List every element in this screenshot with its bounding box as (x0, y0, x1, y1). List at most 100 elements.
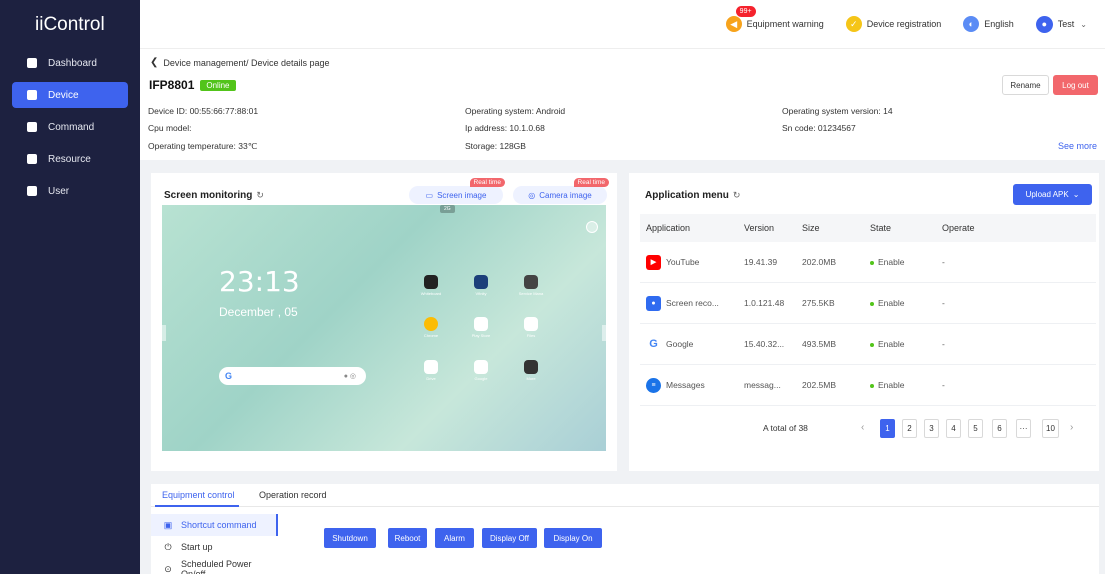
clock-icon: ⊙ (164, 563, 172, 574)
application-table: Application Version Size State Operate ▶… (640, 214, 1096, 406)
menu-item-shortcut-command[interactable]: ▣ Shortcut command (151, 514, 278, 536)
language-selector[interactable]: ◐ English (963, 16, 1014, 32)
device-id-info: Device ID: 00:55:66:77:88:01 (148, 106, 259, 116)
column-header: State (870, 223, 892, 233)
device-registration-button[interactable]: ✓ Device registration (845, 16, 942, 32)
equipment-control-panel: Equipment control Operation record ▣ Sho… (151, 484, 1099, 574)
back-arrow-icon[interactable]: ❮ (150, 57, 158, 68)
device-registration-label: Device registration (866, 19, 942, 29)
right-handle (602, 325, 606, 341)
page-button-1[interactable]: 1 (880, 419, 895, 438)
app-label: More (526, 376, 536, 381)
tab-operation-record[interactable]: Operation record (259, 490, 327, 500)
page-button-10[interactable]: 10 (1042, 419, 1059, 438)
page-ellipsis[interactable]: ··· (1016, 419, 1031, 438)
cpu-model-info: Cpu model: (148, 123, 192, 133)
user-label: Test (1057, 19, 1075, 29)
column-header: Version (744, 223, 775, 233)
user-menu[interactable]: ● Test ⌄ (1035, 15, 1087, 33)
sidebar-item-device[interactable]: Device (12, 82, 128, 108)
check-icon: ✓ (845, 16, 862, 32)
panel-title-text: Screen monitoring (164, 190, 253, 201)
sidebar-item-command[interactable]: Command (12, 114, 128, 140)
equipment-warning-button[interactable]: ◀ 99+ Equipment warning (725, 6, 824, 32)
app-version: 1.0.121.48 (744, 298, 785, 308)
warning-count-badge: 99+ (735, 6, 756, 17)
logout-button[interactable]: Log out (1053, 75, 1098, 95)
screen-image-button[interactable]: ▭ Screen image Real time (409, 178, 505, 204)
screen-preview: 2G 23:13 December , 05 G ● ◎ Whiteboard … (162, 205, 606, 451)
storage-info: Storage: 128GB (465, 141, 526, 151)
app-state-cell: Enable (870, 339, 942, 349)
rename-button[interactable]: Rename (1002, 75, 1049, 95)
device-header: ❮ Device management / Device details pag… (140, 48, 1105, 160)
app-name-cell: ▶ YouTube (640, 254, 744, 270)
chevron-down-icon: ⌄ (1072, 190, 1080, 199)
upload-apk-label: Upload APK (1025, 190, 1069, 199)
app-size: 202.5MB (802, 380, 837, 390)
see-more-link[interactable]: See more (1058, 141, 1097, 151)
page-button-5[interactable]: 5 (968, 419, 983, 438)
app-icon (474, 360, 488, 374)
table-row[interactable]: G Google 15.40.32... 493.5MB Enable - (640, 324, 1096, 365)
display-on-button[interactable]: Display On (544, 528, 602, 548)
app-label: Chrome (423, 333, 439, 338)
page-button-3[interactable]: 3 (924, 419, 939, 438)
left-handle (162, 325, 166, 341)
page-button-2[interactable]: 2 (902, 419, 917, 438)
google-icon: G (646, 336, 661, 352)
app-state: Enable (878, 257, 905, 267)
menu-item-scheduled-power[interactable]: ⊙ Scheduled Power On/off (151, 558, 278, 574)
app-icon (524, 317, 538, 331)
page-button-4[interactable]: 4 (946, 419, 961, 438)
status-dot (870, 301, 874, 306)
refresh-icon[interactable]: ↻ (733, 190, 741, 201)
page-button-6[interactable]: 6 (992, 419, 1007, 438)
os-info: Operating system: Android (465, 106, 566, 116)
display-off-button[interactable]: Display Off (482, 528, 537, 548)
app-icon (524, 360, 538, 374)
command-icon (27, 122, 37, 132)
alarm-button[interactable]: Alarm (435, 528, 474, 548)
avatar: ● (1035, 15, 1053, 33)
sidebar: iiControl Dashboard Device Command Resou… (0, 0, 140, 574)
app-icon (524, 275, 538, 289)
table-row[interactable]: ● Screen reco... 1.0.121.48 275.5KB Enab… (640, 283, 1096, 324)
google-g-icon: G (225, 371, 233, 381)
sidebar-item-label: Dashboard (48, 57, 97, 69)
upload-apk-button[interactable]: Upload APK ⌄ (1013, 184, 1092, 205)
equipment-warning-label: Equipment warning (746, 19, 824, 29)
monitor-icon: ▭ (425, 190, 434, 200)
temperature-info: Operating temperature: 33℃ (148, 141, 258, 151)
prev-page-icon[interactable]: ‹ (861, 422, 864, 433)
resource-icon (27, 154, 37, 164)
reboot-button[interactable]: Reboot (388, 528, 427, 548)
sidebar-item-resource[interactable]: Resource (12, 146, 128, 172)
tab-equipment-control[interactable]: Equipment control (162, 490, 235, 500)
camera-image-button[interactable]: ◎ Camera image Real time (513, 178, 609, 204)
youtube-icon: ▶ (646, 254, 661, 270)
app-icon (424, 275, 438, 289)
sidebar-item-user[interactable]: User (12, 178, 128, 204)
app-label: Whiteboard (420, 291, 442, 296)
column-header: Application (646, 223, 691, 233)
table-row[interactable]: ▶ YouTube 19.41.39 202.0MB Enable - (640, 242, 1096, 283)
active-tab-indicator (155, 505, 239, 507)
refresh-icon[interactable]: ↻ (256, 190, 264, 201)
menu-item-label: Scheduled Power On/off (180, 559, 252, 574)
status-badge: Online (200, 79, 236, 91)
menu-item-start-up[interactable]: ⏻ Start up (151, 536, 278, 558)
table-row[interactable]: ≡ Messages messag... 202.5MB Enable - (640, 365, 1096, 406)
sidebar-item-label: Command (48, 121, 95, 133)
app-state: Enable (878, 380, 905, 390)
sidebar-item-dashboard[interactable]: Dashboard (12, 50, 128, 76)
app-label: Service Mana (518, 291, 544, 296)
language-label: English (984, 19, 1014, 29)
breadcrumb-parent[interactable]: Device management (163, 58, 246, 68)
device-icon (27, 90, 37, 100)
app-version: 19.41.39 (744, 257, 778, 267)
app-state: Enable (878, 298, 905, 308)
next-page-icon[interactable]: › (1070, 422, 1073, 433)
shutdown-button[interactable]: Shutdown (324, 528, 376, 548)
status-dot (870, 260, 874, 265)
